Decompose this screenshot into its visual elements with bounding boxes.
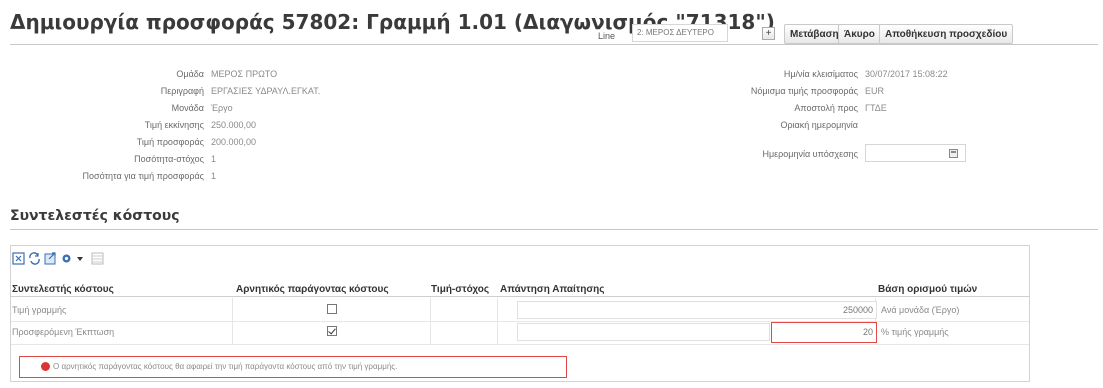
field-label: Ημ/νία κλεισίματος xyxy=(783,69,858,79)
cancel-button[interactable]: Άκυρο xyxy=(838,24,881,44)
field-value: 1 xyxy=(211,171,217,181)
refresh-icon[interactable] xyxy=(28,251,41,265)
row-divider xyxy=(11,344,1029,345)
line-label: Line xyxy=(598,31,616,41)
field-value: ΓΤΔΕ xyxy=(865,103,887,113)
title-divider xyxy=(10,44,1098,45)
columns-icon[interactable] xyxy=(91,252,104,265)
field-value: Έργο xyxy=(211,103,233,113)
field-value: ΜΕΡΟΣ ΠΡΩΤΟ xyxy=(211,69,278,79)
field-value: 200.000,00 xyxy=(211,137,257,147)
row-pricing-basis: % τιμής γραμμής xyxy=(881,327,949,337)
error-message: Ο αρνητικός παράγοντας κόστους θα αφαιρε… xyxy=(53,362,398,371)
field-label: Περιγραφή xyxy=(160,86,204,96)
field-label: Νόμισμα τιμής προσφοράς xyxy=(750,86,858,96)
save-draft-button[interactable]: Αποθήκευση προσχεδίου xyxy=(879,24,1014,44)
field-label: Αποστολή προς xyxy=(794,103,858,113)
field-label: Μονάδα xyxy=(171,103,204,113)
export-icon[interactable] xyxy=(44,251,57,265)
response-input[interactable]: 20 xyxy=(771,322,877,343)
settings-icon[interactable] xyxy=(60,252,73,265)
line-select[interactable]: 2: ΜΕΡΟΣ ΔΕΥΤΕΡΟ xyxy=(632,24,728,42)
section-divider xyxy=(10,229,1098,230)
field-label: Ομάδα xyxy=(176,69,204,79)
line-select-dropdown-icon[interactable]: + xyxy=(762,27,775,40)
row-factor-name: Τιμή γραμμής xyxy=(12,305,67,315)
table-toolbar xyxy=(12,250,104,266)
calendar-icon[interactable] xyxy=(949,149,958,158)
field-value: 30/07/2017 15:08:22 xyxy=(865,69,948,79)
col-header-pricing-basis: Βάση ορισμού τιμών xyxy=(878,284,978,295)
row-pricing-basis: Ανά μονάδα (Έργο) xyxy=(881,305,960,315)
field-value: 1 xyxy=(211,154,217,164)
col-header-response[interactable]: Απάντηση Απαίτησης xyxy=(500,284,604,295)
negative-factor-checkbox[interactable] xyxy=(327,326,337,336)
negative-factor-checkbox[interactable] xyxy=(327,304,337,314)
field-label: Τιμή προσφοράς xyxy=(136,137,204,147)
header-divider xyxy=(11,296,1029,297)
col-header-factor: Συντελεστής κόστους xyxy=(12,284,114,295)
field-label: Ποσότητα-στόχος xyxy=(134,154,204,164)
col-header-negative: Αρνητικός παράγοντας κόστους xyxy=(236,284,389,295)
dropdown-icon[interactable] xyxy=(76,252,84,265)
row-factor-name: Προσφερόμενη Έκπτωση xyxy=(12,327,115,337)
go-button[interactable]: Μετάβαση xyxy=(784,24,845,44)
col-header-target: Τιμή-στόχος xyxy=(431,284,490,295)
field-label: Ποσότητα για τιμή προσφοράς xyxy=(82,171,204,181)
error-icon xyxy=(41,362,50,371)
field-value: ΕΡΓΑΣΙΕΣ ΥΔΡΑΥΛ.ΕΓΚΑΤ. xyxy=(211,86,321,96)
detach-icon[interactable] xyxy=(12,251,25,265)
field-value: EUR xyxy=(865,86,885,96)
field-value: 250.000,00 xyxy=(211,120,257,130)
section-title: Συντελεστές κόστους xyxy=(10,208,180,224)
response-input[interactable]: 250000 xyxy=(517,301,877,319)
field-label: Οριακή ημερομηνία xyxy=(780,120,858,130)
response-input-spacer xyxy=(517,323,770,341)
field-label: Ημερομηνία υπόσχεσης xyxy=(762,149,858,159)
field-label: Τιμή εκκίνησης xyxy=(144,120,204,130)
